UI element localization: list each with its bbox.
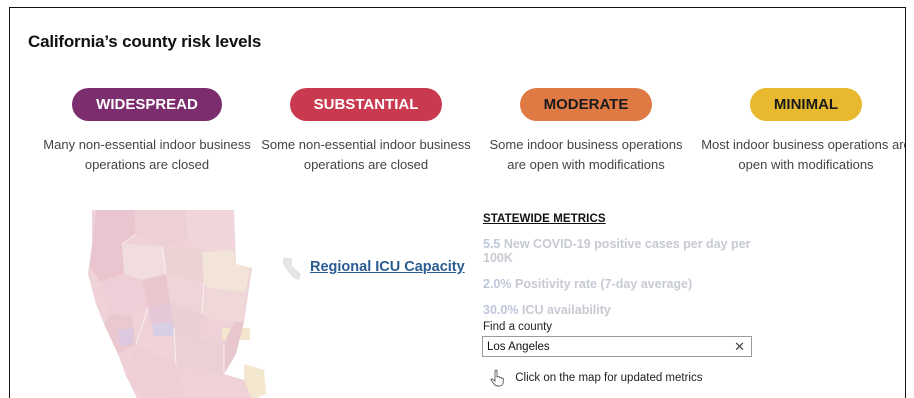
metric-label: ICU availability bbox=[521, 303, 611, 317]
county-region[interactable] bbox=[202, 250, 250, 292]
county-region[interactable] bbox=[152, 322, 174, 338]
statewide-metrics: STATEWIDE METRICS 5.5 New COVID-19 posit… bbox=[483, 213, 783, 317]
county-region[interactable] bbox=[202, 288, 246, 322]
tier-minimal: MINIMAL Most indoor business operations … bbox=[701, 88, 906, 175]
tier-moderate: MODERATE Some indoor business operations… bbox=[481, 88, 691, 175]
metric-label: Positivity rate (7-day average) bbox=[514, 277, 693, 291]
tier-pill-widespread: WIDESPREAD bbox=[72, 88, 222, 121]
metric-value: 5.5 bbox=[483, 237, 501, 251]
find-county-label: Find a county bbox=[483, 321, 553, 333]
regional-icu-capacity-link[interactable]: Regional ICU Capacity bbox=[310, 259, 465, 275]
find-county-input[interactable] bbox=[483, 338, 727, 356]
metric-label: New COVID-19 positive cases per day per … bbox=[483, 237, 751, 265]
county-region[interactable] bbox=[118, 328, 134, 346]
map-hint-text: Click on the map for updated metrics bbox=[515, 372, 703, 385]
tier-substantial: SUBSTANTIAL Some non-essential indoor bu… bbox=[261, 88, 471, 175]
county-region[interactable] bbox=[122, 244, 166, 280]
risk-levels-panel: California’s county risk levels WIDESPRE… bbox=[9, 7, 906, 398]
metric-positivity-rate: 2.0% Positivity rate (7-day average) bbox=[483, 277, 783, 291]
find-county-field[interactable]: ✕ bbox=[482, 336, 752, 357]
tier-pill-moderate: MODERATE bbox=[519, 88, 653, 121]
tier-pill-substantial: SUBSTANTIAL bbox=[289, 88, 443, 121]
tier-description-substantial: Some non-essential indoor business opera… bbox=[261, 137, 471, 172]
metric-value: 2.0% bbox=[483, 277, 512, 291]
map-hint: Click on the map for updated metrics bbox=[488, 369, 702, 387]
california-outline-icon bbox=[283, 258, 301, 280]
metric-new-cases: 5.5 New COVID-19 positive cases per day … bbox=[483, 237, 783, 265]
hand-pointer-icon bbox=[490, 369, 504, 387]
tier-description-minimal: Most indoor business operations are open… bbox=[701, 137, 906, 172]
tier-description-moderate: Some indoor business operations are open… bbox=[489, 137, 683, 172]
metric-value: 30.0% bbox=[483, 303, 519, 317]
metrics-title: STATEWIDE METRICS bbox=[483, 213, 606, 225]
california-county-map[interactable] bbox=[74, 204, 294, 398]
page-title: California’s county risk levels bbox=[28, 32, 262, 51]
tier-pill-minimal: MINIMAL bbox=[749, 88, 863, 121]
clear-icon[interactable]: ✕ bbox=[734, 337, 745, 356]
tier-widespread: WIDESPREAD Many non-essential indoor bus… bbox=[42, 88, 252, 175]
tier-description-widespread: Many non-essential indoor business opera… bbox=[43, 137, 251, 172]
metric-icu-availability: 30.0% ICU availability bbox=[483, 303, 783, 317]
